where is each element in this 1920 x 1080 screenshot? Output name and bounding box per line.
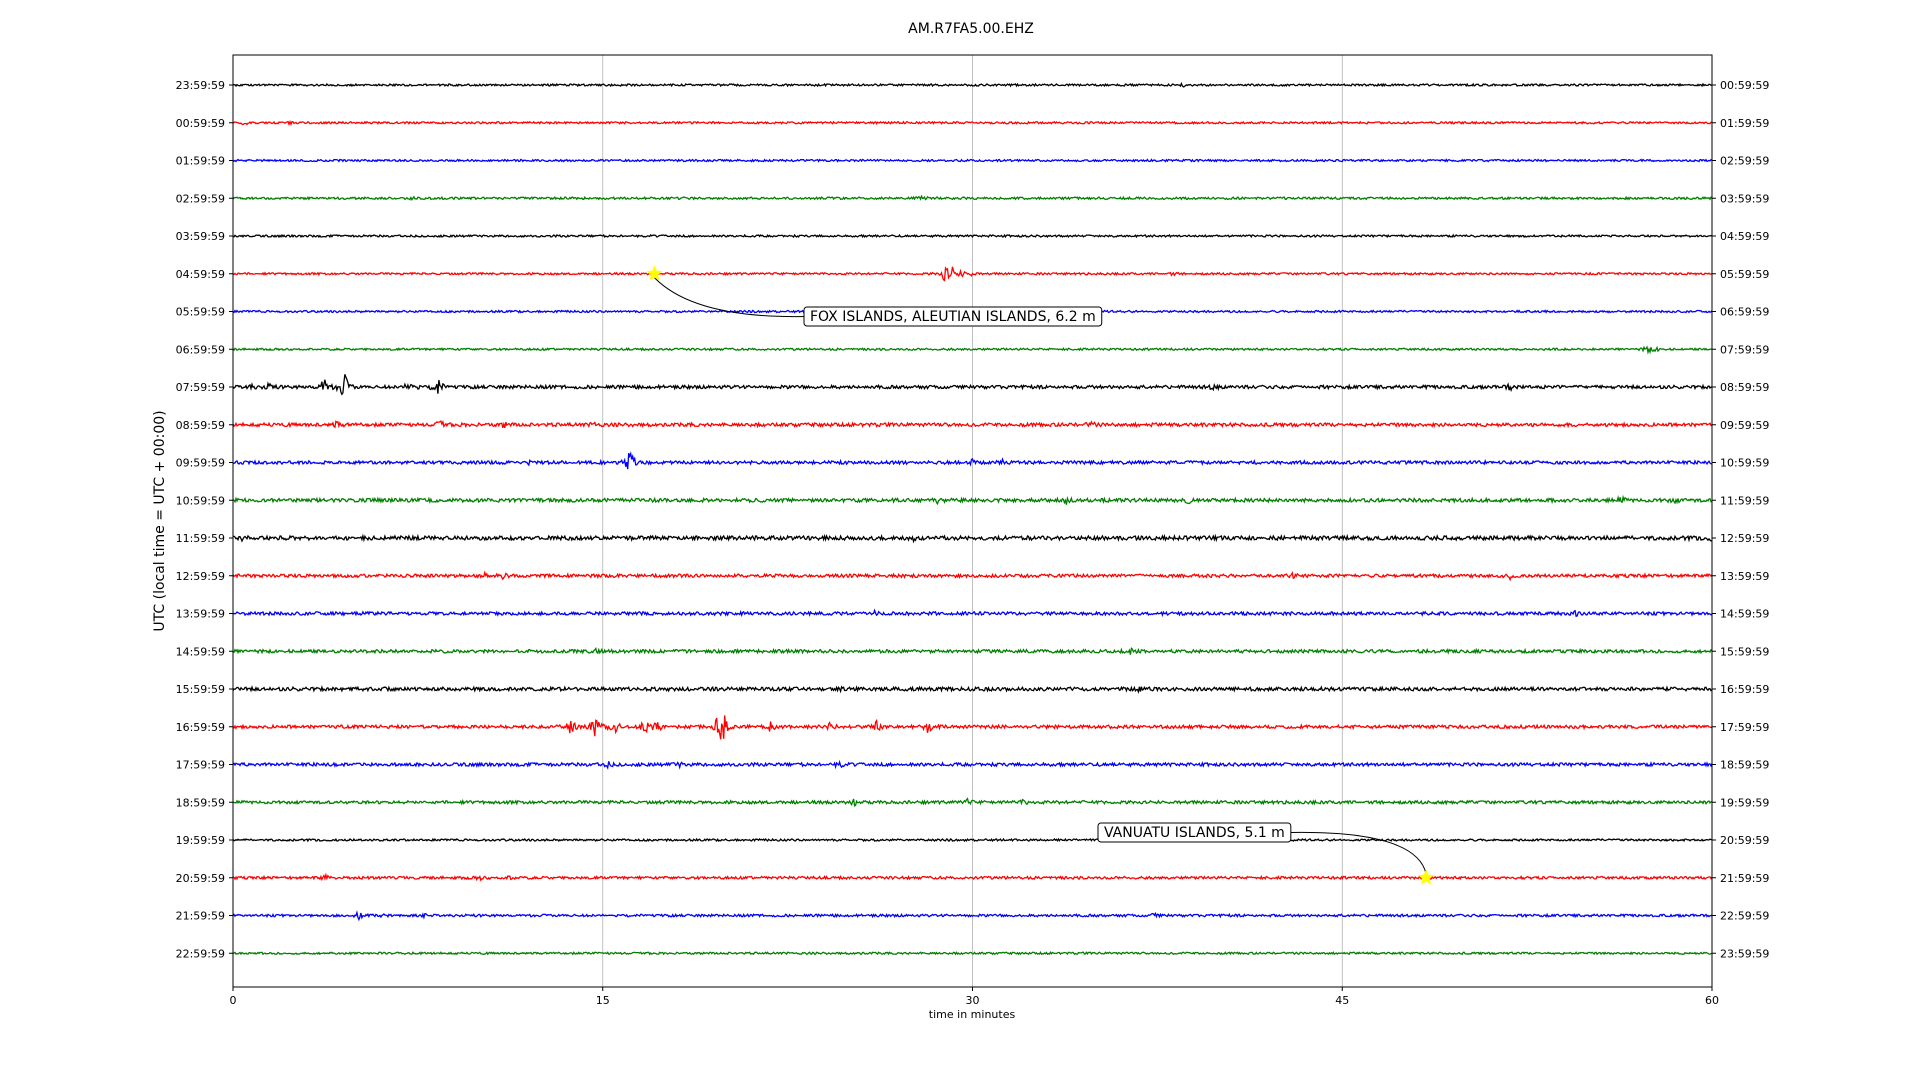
y-tick-label-right-3: 03:59:59 (1720, 192, 1769, 205)
y-tick-label-right-18: 18:59:59 (1720, 759, 1769, 772)
y-tick-label-left-8: 07:59:59 (176, 381, 225, 394)
y-tick-label-left-12: 11:59:59 (176, 532, 225, 545)
y-tick-label-right-0: 00:59:59 (1720, 79, 1769, 92)
chart-title: AM.R7FA5.00.EHZ (908, 21, 1034, 37)
x-tick-label-30: 30 (966, 994, 980, 1007)
y-tick-label-right-22: 22:59:59 (1720, 910, 1769, 923)
grid-lines (602, 55, 1343, 987)
y-axis-label: UTC (local time = UTC + 00:00) (152, 410, 168, 631)
seismogram-chart: AM.R7FA5.00.EHZ 23:59:59 00:59:59 00:59:59… (152, 21, 1769, 1021)
y-tick-label-left-1: 00:59:59 (176, 117, 225, 130)
y-tick-label-left-17: 16:59:59 (176, 721, 225, 734)
y-tick-label-left-14: 13:59:59 (176, 608, 225, 621)
x-tick-label-0: 0 (230, 994, 237, 1007)
y-tick-label-right-14: 14:59:59 (1720, 608, 1769, 621)
y-tick-label-right-2: 02:59:59 (1720, 155, 1769, 168)
y-tick-label-right-11: 11:59:59 (1720, 494, 1769, 507)
x-tick-label-45: 45 (1335, 994, 1349, 1007)
annotation-connector-0 (654, 277, 805, 318)
y-tick-label-left-18: 17:59:59 (176, 759, 225, 772)
y-tick-label-left-10: 09:59:59 (176, 457, 225, 470)
y-tick-label-right-15: 15:59:59 (1720, 645, 1769, 658)
y-tick-label-right-16: 16:59:59 (1720, 683, 1769, 696)
y-tick-label-right-1: 01:59:59 (1720, 117, 1769, 130)
y-tick-label-right-8: 08:59:59 (1720, 381, 1769, 394)
annotation-label-1: VANUATU ISLANDS, 5.1 m (1104, 825, 1285, 841)
y-tick-label-left-15: 14:59:59 (176, 645, 225, 658)
y-tick-label-left-22: 21:59:59 (176, 910, 225, 923)
y-tick-label-right-17: 17:59:59 (1720, 721, 1769, 734)
y-tick-label-left-20: 19:59:59 (176, 834, 225, 847)
y-tick-label-left-2: 01:59:59 (176, 155, 225, 168)
y-tick-label-left-4: 03:59:59 (176, 230, 225, 243)
y-tick-label-left-13: 12:59:59 (176, 570, 225, 583)
x-tick-label-60: 60 (1705, 994, 1719, 1007)
y-tick-label-right-23: 23:59:59 (1720, 947, 1769, 960)
y-tick-label-left-23: 22:59:59 (176, 947, 225, 960)
y-tick-label-right-6: 06:59:59 (1720, 306, 1769, 319)
y-tick-label-right-13: 13:59:59 (1720, 570, 1769, 583)
y-tick-label-left-21: 20:59:59 (176, 872, 225, 885)
y-tick-label-right-7: 07:59:59 (1720, 343, 1769, 356)
y-tick-label-left-7: 06:59:59 (176, 343, 225, 356)
y-tick-label-left-5: 04:59:59 (176, 268, 225, 281)
y-tick-label-right-10: 10:59:59 (1720, 457, 1769, 470)
y-tick-label-left-19: 18:59:59 (176, 796, 225, 809)
y-tick-label-left-9: 08:59:59 (176, 419, 225, 432)
annotation-label-0: FOX ISLANDS, ALEUTIAN ISLANDS, 6.2 m (810, 309, 1096, 325)
y-tick-label-right-5: 05:59:59 (1720, 268, 1769, 281)
event-star-marker-1 (1417, 869, 1435, 885)
y-tick-label-right-19: 19:59:59 (1720, 796, 1769, 809)
y-tick-label-right-9: 09:59:59 (1720, 419, 1769, 432)
annotation-1: VANUATU ISLANDS, 5.1 m (1097, 822, 1435, 885)
y-tick-label-left-16: 15:59:59 (176, 683, 225, 696)
x-axis-label: time in minutes (929, 1008, 1016, 1021)
y-tick-label-right-21: 21:59:59 (1720, 872, 1769, 885)
y-tick-label-left-6: 05:59:59 (176, 306, 225, 319)
y-tick-label-right-20: 20:59:59 (1720, 834, 1769, 847)
trace-row-20 (232, 837, 1713, 843)
y-tick-label-right-4: 04:59:59 (1720, 230, 1769, 243)
y-tick-label-right-12: 12:59:59 (1720, 532, 1769, 545)
x-tick-label-15: 15 (596, 994, 610, 1007)
annotation-0: FOX ISLANDS, ALEUTIAN ISLANDS, 6.2 m (646, 265, 1103, 327)
y-tick-label-left-0: 23:59:59 (176, 79, 225, 92)
y-tick-label-left-3: 02:59:59 (176, 192, 225, 205)
y-tick-label-left-11: 10:59:59 (176, 494, 225, 507)
